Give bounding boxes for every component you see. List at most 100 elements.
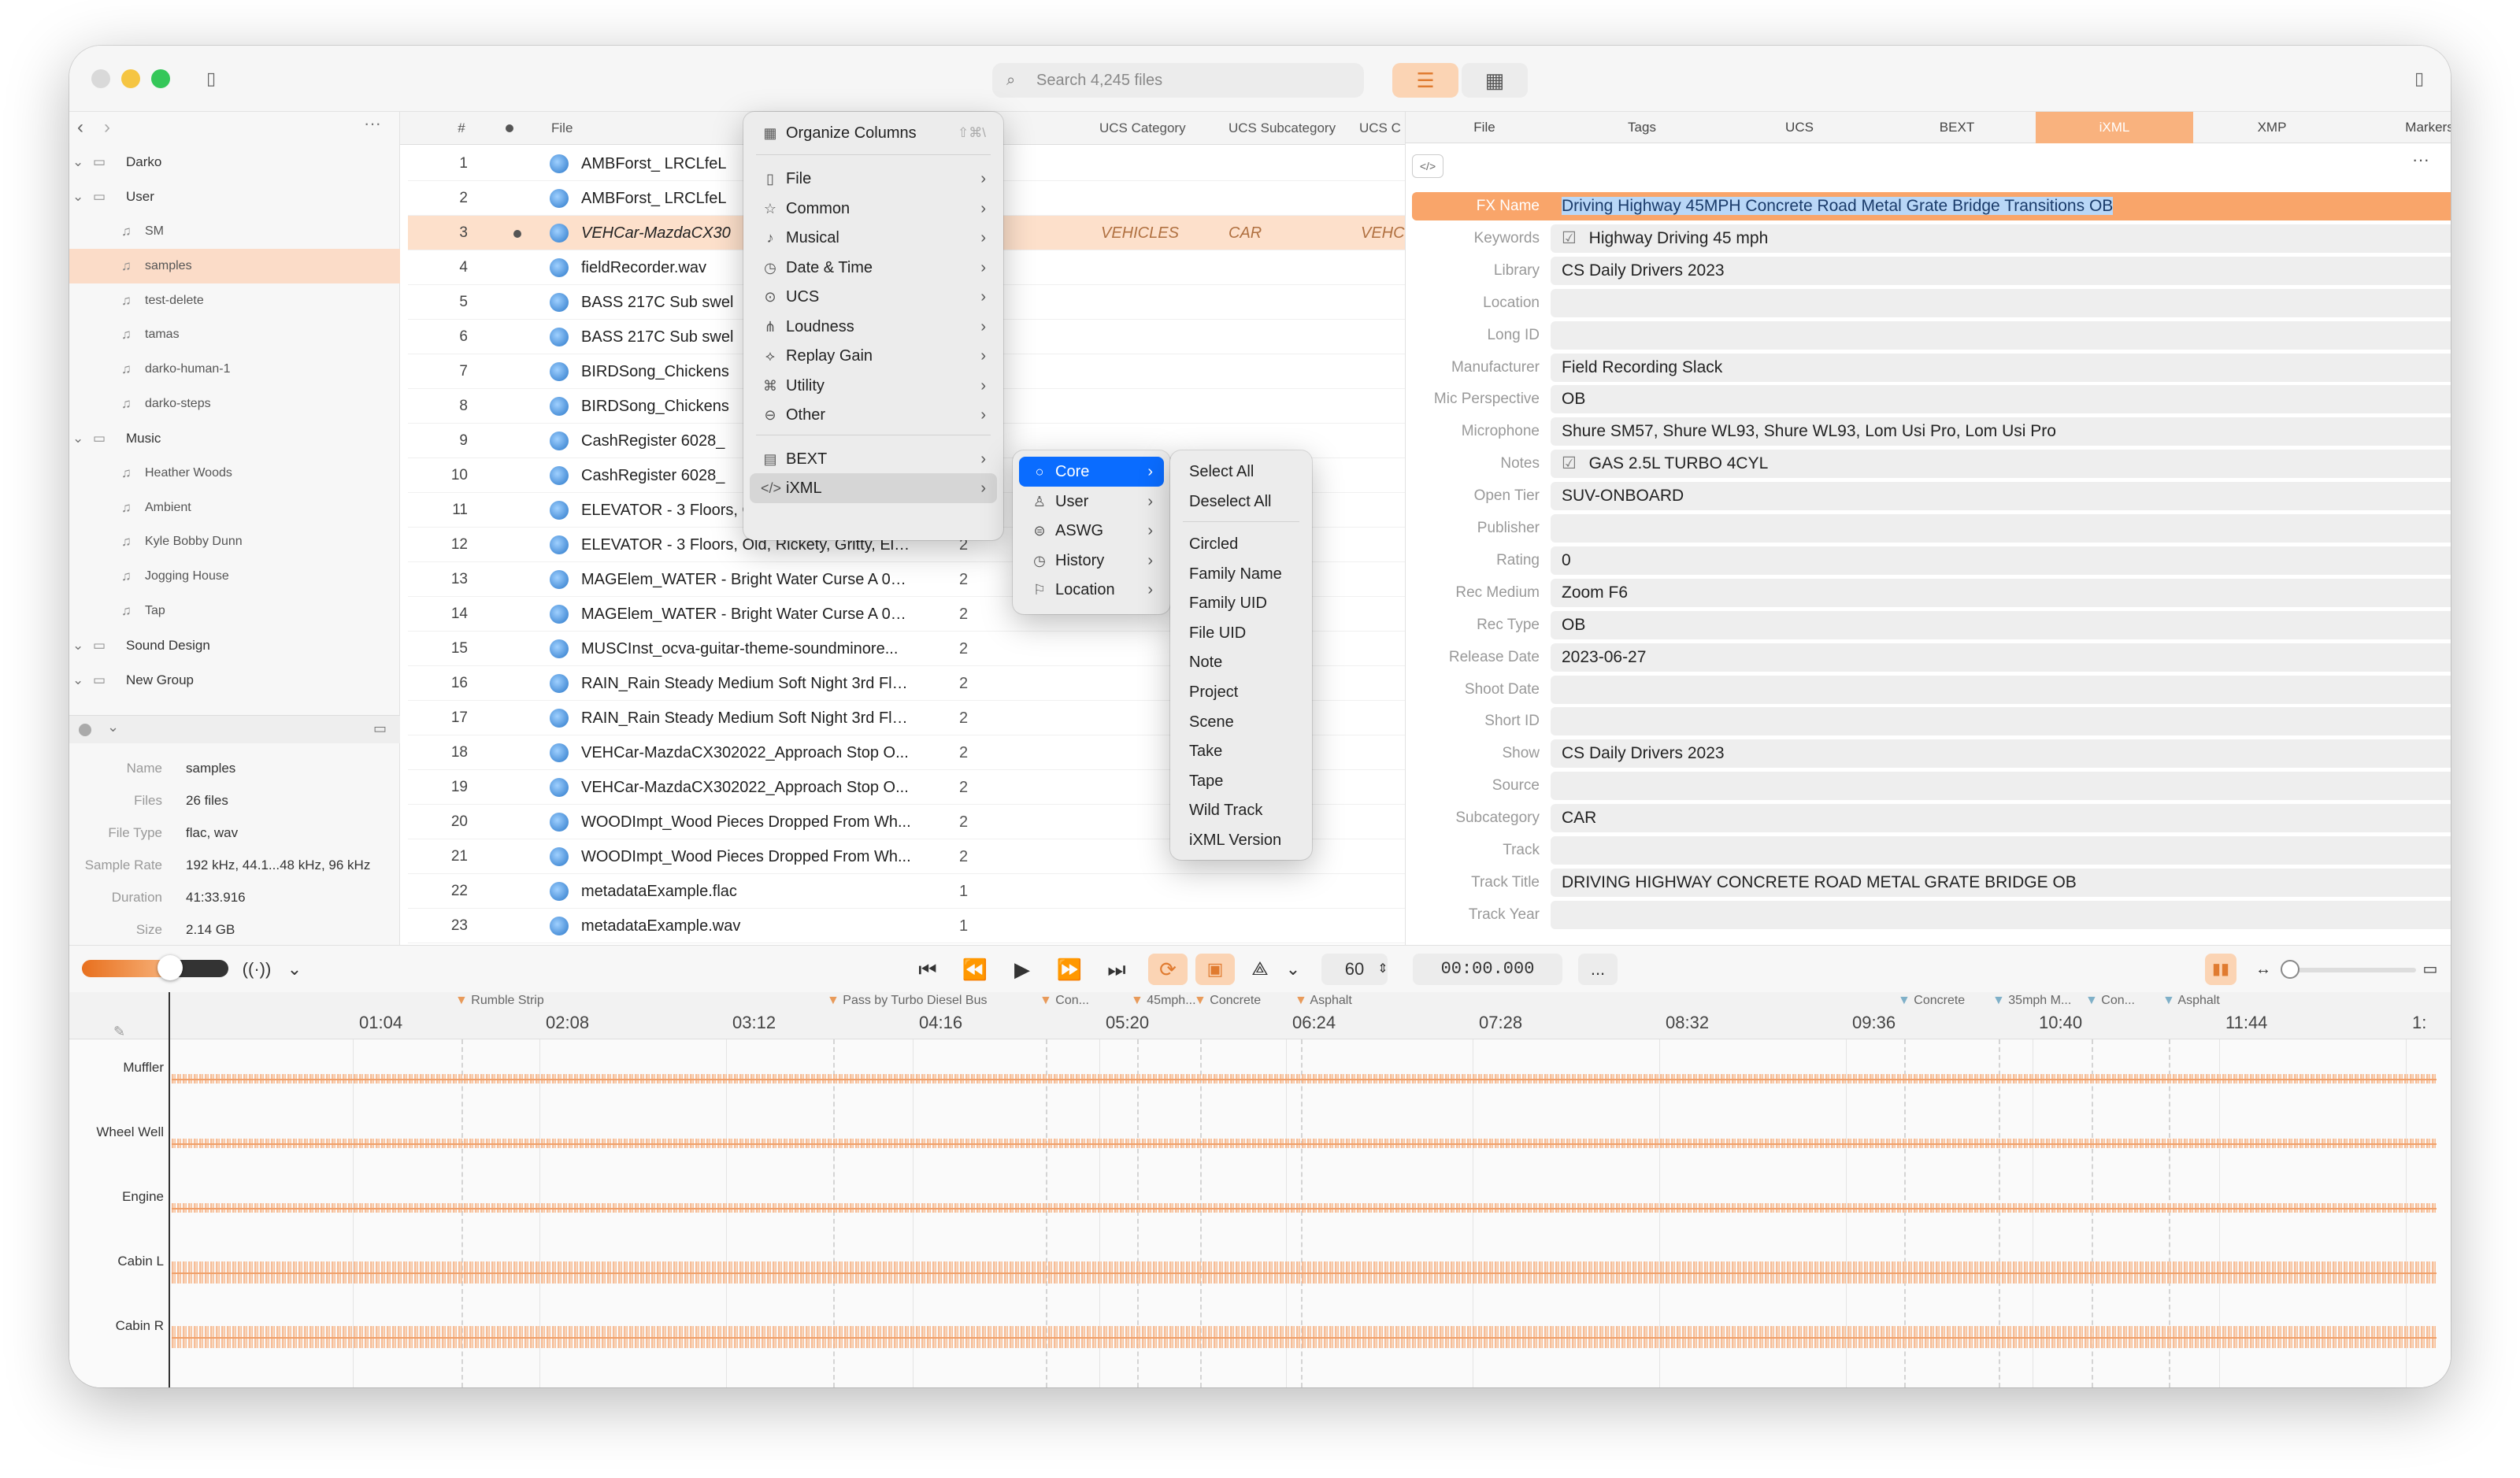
menu-item-musical[interactable]: ♪ Musical › bbox=[750, 223, 997, 253]
timeline-marker[interactable]: ▼ Pass by Turbo Diesel Bus bbox=[827, 994, 987, 1008]
field-value[interactable] bbox=[1551, 288, 2451, 317]
disclosure-icon[interactable]: ⌄ bbox=[72, 421, 83, 456]
core-field-file-uid[interactable]: File UID bbox=[1177, 618, 1306, 648]
field-value[interactable] bbox=[1551, 514, 2451, 543]
menu-item-ixml[interactable]: </> iXML › bbox=[750, 473, 997, 503]
core-deselect-all[interactable]: Deselect All bbox=[1177, 487, 1306, 517]
submenu-item-aswg[interactable]: ⊜ ASWG › bbox=[1019, 516, 1164, 546]
waveform-icon[interactable]: ▮▮ bbox=[2205, 954, 2236, 985]
zoom-icon[interactable]: ↔ bbox=[2249, 954, 2277, 985]
core-field-note[interactable]: Note bbox=[1177, 647, 1306, 677]
table-row[interactable]: 22 metadataExample.flac 1 bbox=[408, 874, 1405, 909]
timeline-marker[interactable]: ▼ Rumble Strip bbox=[455, 994, 544, 1008]
sidebar-item[interactable]: ⌄ ▭ New Group bbox=[69, 663, 400, 698]
sidebar-item[interactable]: ♫ Kyle Bobby Dunn bbox=[69, 524, 400, 559]
field-value[interactable]: 0 bbox=[1551, 546, 2451, 575]
skip-end-icon[interactable]: ⏭ bbox=[1099, 954, 1134, 985]
core-field-ixml-version[interactable]: iXML Version bbox=[1177, 825, 1306, 855]
search-input[interactable]: ⌕ Search 4,245 files bbox=[992, 63, 1364, 98]
sidebar-more-icon[interactable]: ··· bbox=[364, 113, 381, 134]
field-value[interactable] bbox=[1551, 707, 2451, 736]
menu-item-utility[interactable]: ⌘ Utility › bbox=[750, 371, 997, 401]
core-field-circled[interactable]: Circled bbox=[1177, 529, 1306, 559]
timeline-marker[interactable]: ▼ Asphalt bbox=[2162, 994, 2220, 1008]
core-field-family-name[interactable]: Family Name bbox=[1177, 559, 1306, 589]
sidebar-item[interactable]: ♫ test-delete bbox=[69, 283, 400, 318]
sidebar-item[interactable]: ♫ SM bbox=[69, 214, 400, 249]
code-icon[interactable]: </> bbox=[1412, 154, 1443, 178]
field-value[interactable]: Driving Highway 45MPH Concrete Road Meta… bbox=[1551, 192, 2451, 220]
field-value[interactable]: Zoom F6 bbox=[1551, 578, 2451, 607]
minimize-window-button[interactable] bbox=[121, 69, 140, 88]
field-value[interactable]: 2023-06-27 bbox=[1551, 643, 2451, 672]
inspector-more-icon[interactable]: ··· bbox=[2412, 150, 2429, 170]
field-value[interactable]: CAR bbox=[1551, 804, 2451, 833]
tab-ixml[interactable]: iXML bbox=[2036, 112, 2193, 143]
panel-toggle-icon[interactable]: ▭ bbox=[2416, 954, 2444, 985]
list-view-button[interactable]: ☰ bbox=[1392, 63, 1458, 98]
core-field-take[interactable]: Take bbox=[1177, 736, 1306, 766]
sidebar-item[interactable]: ⌄ ▭ Music bbox=[69, 421, 400, 456]
sidebar-item[interactable]: ♫ tamas bbox=[69, 317, 400, 352]
tab-markers[interactable]: Markers bbox=[2351, 112, 2451, 143]
zoom-slider-knob[interactable] bbox=[2281, 960, 2300, 979]
sidebar-item[interactable]: ♫ darko-human-1 bbox=[69, 352, 400, 387]
chevron-down-icon[interactable]: ⌄ bbox=[107, 719, 119, 735]
submenu-item-history[interactable]: ◷ History › bbox=[1019, 546, 1164, 576]
playhead[interactable] bbox=[169, 992, 170, 1387]
field-value[interactable] bbox=[1551, 772, 2451, 801]
col-header-file[interactable]: File bbox=[551, 112, 573, 145]
inspector-toggle-icon[interactable]: ▯ bbox=[2403, 65, 2435, 93]
menu-item-common[interactable]: ☆ Common › bbox=[750, 194, 997, 224]
sidebar-item[interactable]: ♫ darko-steps bbox=[69, 387, 400, 421]
col-header-ucs-category[interactable]: UCS Category bbox=[1099, 112, 1186, 145]
disclosure-icon[interactable]: ⌄ bbox=[72, 145, 83, 180]
rewind-icon[interactable]: ⏪ bbox=[958, 954, 992, 985]
field-value[interactable] bbox=[1551, 836, 2451, 865]
table-row[interactable]: 23 metadataExample.wav 1 bbox=[408, 909, 1405, 943]
transport-more-button[interactable]: ... bbox=[1578, 954, 1618, 985]
auto-play-icon[interactable]: ▣ bbox=[1195, 954, 1235, 985]
pitch-icon[interactable]: ⟁ bbox=[1243, 954, 1277, 985]
sidebar-item[interactable]: ♫ Heather Woods bbox=[69, 456, 400, 491]
close-window-button[interactable] bbox=[91, 69, 110, 88]
skip-start-icon[interactable]: ⏮ bbox=[910, 954, 945, 985]
play-icon[interactable]: ▶ bbox=[1005, 954, 1040, 985]
field-value[interactable]: ☑ GAS 2.5L TURBO 4CYL bbox=[1551, 450, 2451, 479]
timeline-marker[interactable]: ▼ Con... bbox=[2085, 994, 2135, 1008]
submenu-item-core[interactable]: ○ Core › bbox=[1019, 457, 1164, 487]
tab-tags[interactable]: Tags bbox=[1563, 112, 1721, 143]
timeline-marker[interactable]: ▼ Con... bbox=[1040, 994, 1089, 1008]
edit-icon[interactable]: ☑ bbox=[1562, 229, 1581, 247]
zoom-window-button[interactable] bbox=[151, 69, 170, 88]
menu-item-file[interactable]: ▯ File › bbox=[750, 164, 997, 194]
back-icon[interactable]: ‹ bbox=[77, 117, 83, 139]
tab-file[interactable]: File bbox=[1406, 112, 1563, 143]
sidebar-item[interactable]: ♫ Jogging House bbox=[69, 559, 400, 594]
core-field-scene[interactable]: Scene bbox=[1177, 707, 1306, 737]
fast-forward-icon[interactable]: ⏩ bbox=[1052, 954, 1087, 985]
field-value[interactable] bbox=[1551, 675, 2451, 704]
pitch-chevron-icon[interactable]: ⌄ bbox=[1279, 954, 1307, 985]
sidebar-item[interactable]: ⌄ ▭ Sound Design bbox=[69, 628, 400, 663]
volume-slider-knob[interactable] bbox=[158, 955, 183, 980]
col-header-status[interactable] bbox=[506, 124, 513, 132]
zoom-slider[interactable] bbox=[2282, 968, 2416, 972]
field-value[interactable]: Shure SM57, Shure WL93, Shure WL93, Lom … bbox=[1551, 417, 2451, 446]
edit-icon[interactable]: ✎ bbox=[113, 1024, 125, 1040]
field-value[interactable] bbox=[1551, 320, 2451, 350]
field-value[interactable]: Field Recording Slack bbox=[1551, 353, 2451, 382]
timeline-marker[interactable]: ▼ Concrete bbox=[1898, 994, 1965, 1008]
sidebar-toggle-icon[interactable]: ▯ bbox=[195, 65, 227, 93]
timeline-marker[interactable]: ▼ 45mph... bbox=[1131, 994, 1196, 1008]
menu-item-replay-gain[interactable]: ⟡ Replay Gain › bbox=[750, 341, 997, 371]
field-value[interactable]: SUV-ONBOARD bbox=[1551, 482, 2451, 511]
menu-item-date-time[interactable]: ◷ Date & Time › bbox=[750, 253, 997, 283]
volume-slider[interactable] bbox=[82, 960, 228, 977]
field-value[interactable]: OB bbox=[1551, 385, 2451, 414]
field-value[interactable]: CS Daily Drivers 2023 bbox=[1551, 739, 2451, 769]
timeline-marker[interactable]: ▼ 35mph M... bbox=[1992, 994, 2071, 1008]
submenu-item-location[interactable]: ⚐ Location › bbox=[1019, 575, 1164, 605]
core-field-wild-track[interactable]: Wild Track bbox=[1177, 795, 1306, 825]
sidebar-item[interactable]: ⌄ ▭ Darko bbox=[69, 145, 400, 180]
